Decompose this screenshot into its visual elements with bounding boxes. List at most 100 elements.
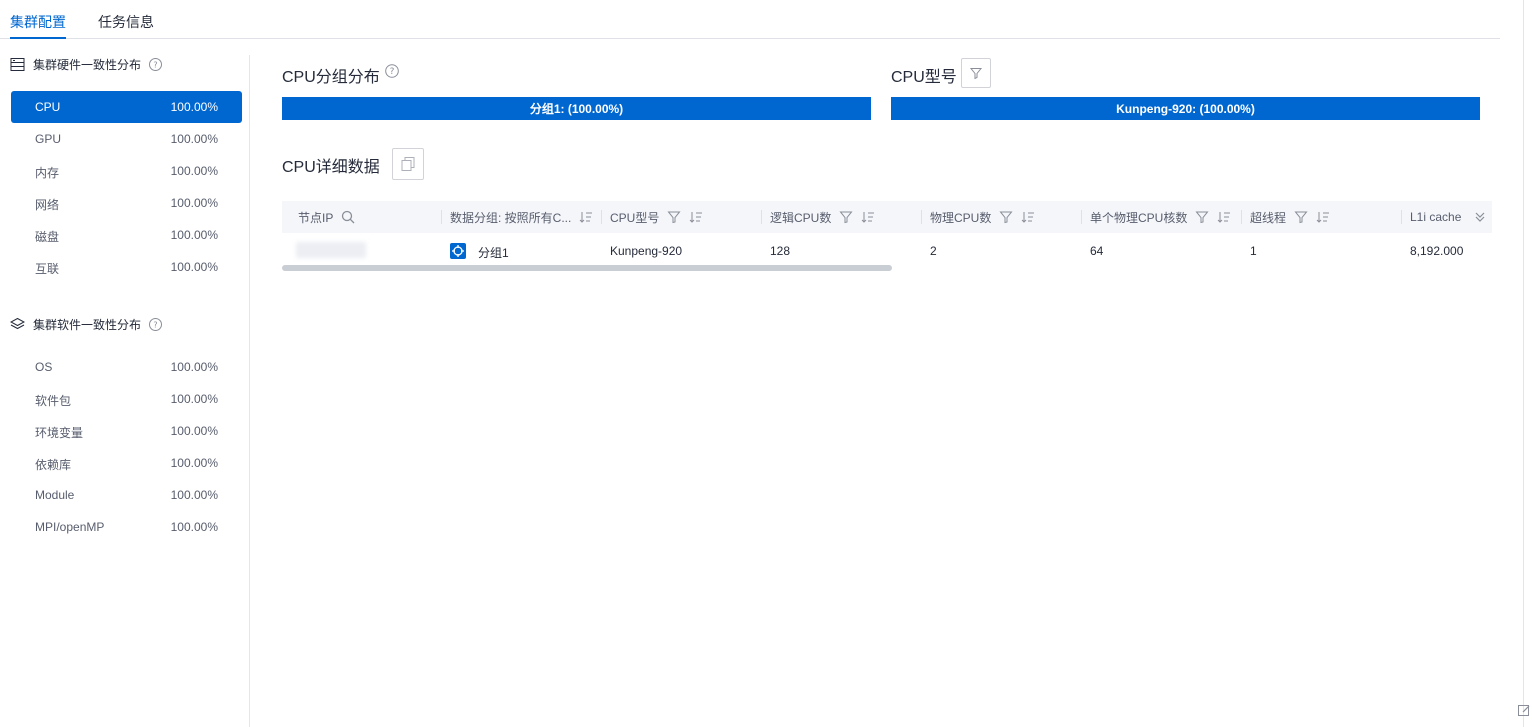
server-icon: [10, 57, 25, 71]
column-header-label: 超线程: [1250, 210, 1287, 225]
sidebar-item-percent: 100.00%: [170, 456, 218, 470]
sidebar-item-interconnect[interactable]: 互联 100.00%: [11, 251, 242, 283]
sidebar-item-percent: 100.00%: [170, 100, 218, 114]
sort-icon[interactable]: [1021, 210, 1035, 224]
column-header-hyperthreading: 超线程: [1242, 201, 1402, 233]
column-header-cpu-model: CPU型号: [602, 201, 762, 233]
tab-task-info[interactable]: 任务信息: [98, 12, 154, 32]
physical-cpu-cell: 2: [930, 244, 937, 258]
sidebar-item-percent: 100.00%: [170, 132, 218, 146]
sort-icon[interactable]: [1316, 210, 1330, 224]
column-header-node-ip: 节点IP: [282, 201, 442, 233]
sidebar-item-percent: 100.00%: [170, 164, 218, 178]
sidebar-item-env-vars[interactable]: 环境变量 100.00%: [11, 415, 242, 447]
copy-icon: [401, 157, 415, 171]
sidebar-item-dependencies[interactable]: 依赖库 100.00%: [11, 447, 242, 479]
sidebar-item-label: Module: [35, 488, 75, 502]
software-section-title: 集群软件一致性分布: [33, 317, 142, 332]
sidebar-item-label: 软件包: [35, 394, 72, 408]
filter-icon[interactable]: [1195, 210, 1209, 224]
filter-icon[interactable]: [999, 210, 1013, 224]
layers-icon: [10, 317, 25, 329]
help-icon[interactable]: ?: [149, 317, 163, 331]
hardware-section-header: 集群硬件一致性分布 ?: [10, 55, 163, 73]
node-ip-cell: [296, 242, 366, 258]
column-header-label: CPU型号: [610, 210, 660, 225]
svg-text:?: ?: [153, 60, 157, 69]
sidebar-item-mpi[interactable]: MPI/openMP 100.00%: [11, 511, 242, 543]
sidebar-item-percent: 100.00%: [170, 520, 218, 534]
sidebar-item-percent: 100.00%: [170, 196, 218, 210]
cpu-model-title: CPU型号: [891, 69, 957, 86]
cpu-detail-table: 节点IP 数据分组: 按照所有C... CPU型号 逻辑CPU数 物理CPU数 …: [282, 201, 1492, 271]
help-icon[interactable]: ?: [385, 64, 399, 78]
sidebar-item-percent: 100.00%: [170, 228, 218, 242]
sidebar-item-disk[interactable]: 磁盘 100.00%: [11, 219, 242, 251]
sort-icon[interactable]: [689, 210, 703, 224]
sidebar-item-label: MPI/openMP: [35, 520, 105, 534]
horizontal-scrollbar[interactable]: [282, 265, 892, 271]
search-icon[interactable]: [341, 210, 355, 224]
sidebar-item-network[interactable]: 网络 100.00%: [11, 187, 242, 219]
sidebar-item-label: 互联: [35, 262, 60, 276]
hyperthreading-cell: 1: [1250, 244, 1257, 258]
sidebar-item-packages[interactable]: 软件包 100.00%: [11, 383, 242, 415]
sidebar-item-module[interactable]: Module 100.00%: [11, 479, 242, 511]
logical-cpu-cell: 128: [770, 244, 791, 258]
svg-text:?: ?: [153, 320, 157, 329]
column-header-physical-cpu: 物理CPU数: [922, 201, 1082, 233]
sidebar-item-os[interactable]: OS 100.00%: [11, 351, 242, 383]
filter-icon[interactable]: [1294, 210, 1308, 224]
sidebar-item-label: 网络: [35, 198, 60, 212]
cpu-model-bar[interactable]: Kunpeng-920: (100.00%): [891, 97, 1480, 120]
help-icon[interactable]: ?: [149, 57, 163, 71]
filter-button[interactable]: [961, 58, 991, 88]
column-header-label: 节点IP: [298, 210, 334, 225]
detail-title: CPU详细数据: [282, 159, 380, 176]
column-header-label: 物理CPU数: [930, 210, 992, 225]
group-cell: 分组1: [478, 246, 509, 260]
sidebar-item-percent: 100.00%: [170, 488, 218, 502]
sidebar-item-gpu[interactable]: GPU 100.00%: [11, 123, 242, 155]
sidebar-item-percent: 100.00%: [170, 260, 218, 274]
sidebar-item-label: GPU: [35, 132, 62, 146]
column-header-label: L1i cache: [1410, 210, 1462, 224]
sidebar-item-cpu[interactable]: CPU 100.00%: [11, 91, 242, 123]
table-header: 节点IP 数据分组: 按照所有C... CPU型号 逻辑CPU数 物理CPU数 …: [282, 201, 1492, 233]
column-header-label: 数据分组: 按照所有C...: [450, 210, 572, 225]
double-chevron-down-icon: [1475, 212, 1485, 222]
group-dist-title: CPU分组分布: [282, 69, 380, 86]
sidebar-item-label: 依赖库: [35, 458, 72, 472]
sidebar-item-percent: 100.00%: [170, 360, 218, 374]
sidebar-item-percent: 100.00%: [170, 392, 218, 406]
column-header-data-group: 数据分组: 按照所有C...: [442, 201, 602, 233]
tab-cluster-config[interactable]: 集群配置: [10, 12, 66, 39]
software-section-header: 集群软件一致性分布 ?: [10, 315, 163, 333]
l1i-cache-cell: 8,192.000: [1410, 244, 1464, 258]
sidebar-item-label: 磁盘: [35, 230, 60, 244]
column-header-label: 单个物理CPU核数: [1090, 210, 1188, 225]
filter-icon[interactable]: [667, 210, 681, 224]
sidebar-item-memory[interactable]: 内存 100.00%: [11, 155, 242, 187]
right-divider: [1523, 0, 1524, 727]
sidebar: 集群硬件一致性分布 ? CPU 100.00% GPU 100.00% 内存 1…: [0, 55, 250, 727]
cores-cell: 64: [1090, 244, 1104, 258]
expand-columns-button[interactable]: [1468, 201, 1492, 233]
copy-button[interactable]: [392, 148, 424, 180]
sidebar-item-label: 环境变量: [35, 426, 84, 440]
column-header-label: 逻辑CPU数: [770, 210, 832, 225]
cpu-model-bar-label: Kunpeng-920: (100.00%): [1116, 101, 1255, 116]
top-tabs: 集群配置 任务信息: [0, 0, 1500, 39]
column-header-logical-cpu: 逻辑CPU数: [762, 201, 922, 233]
edit-icon[interactable]: [1517, 703, 1531, 717]
sidebar-item-label: OS: [35, 360, 53, 374]
filter-icon: [969, 68, 983, 80]
group-dist-bar[interactable]: 分组1: (100.00%): [282, 97, 871, 120]
sidebar-item-percent: 100.00%: [170, 424, 218, 438]
group-dist-bar-label: 分组1: (100.00%): [529, 102, 624, 116]
filter-icon[interactable]: [839, 210, 853, 224]
sort-icon[interactable]: [1217, 210, 1231, 224]
sort-icon[interactable]: [861, 210, 875, 224]
sort-icon[interactable]: [579, 210, 593, 224]
cpu-model-cell: Kunpeng-920: [610, 244, 683, 258]
